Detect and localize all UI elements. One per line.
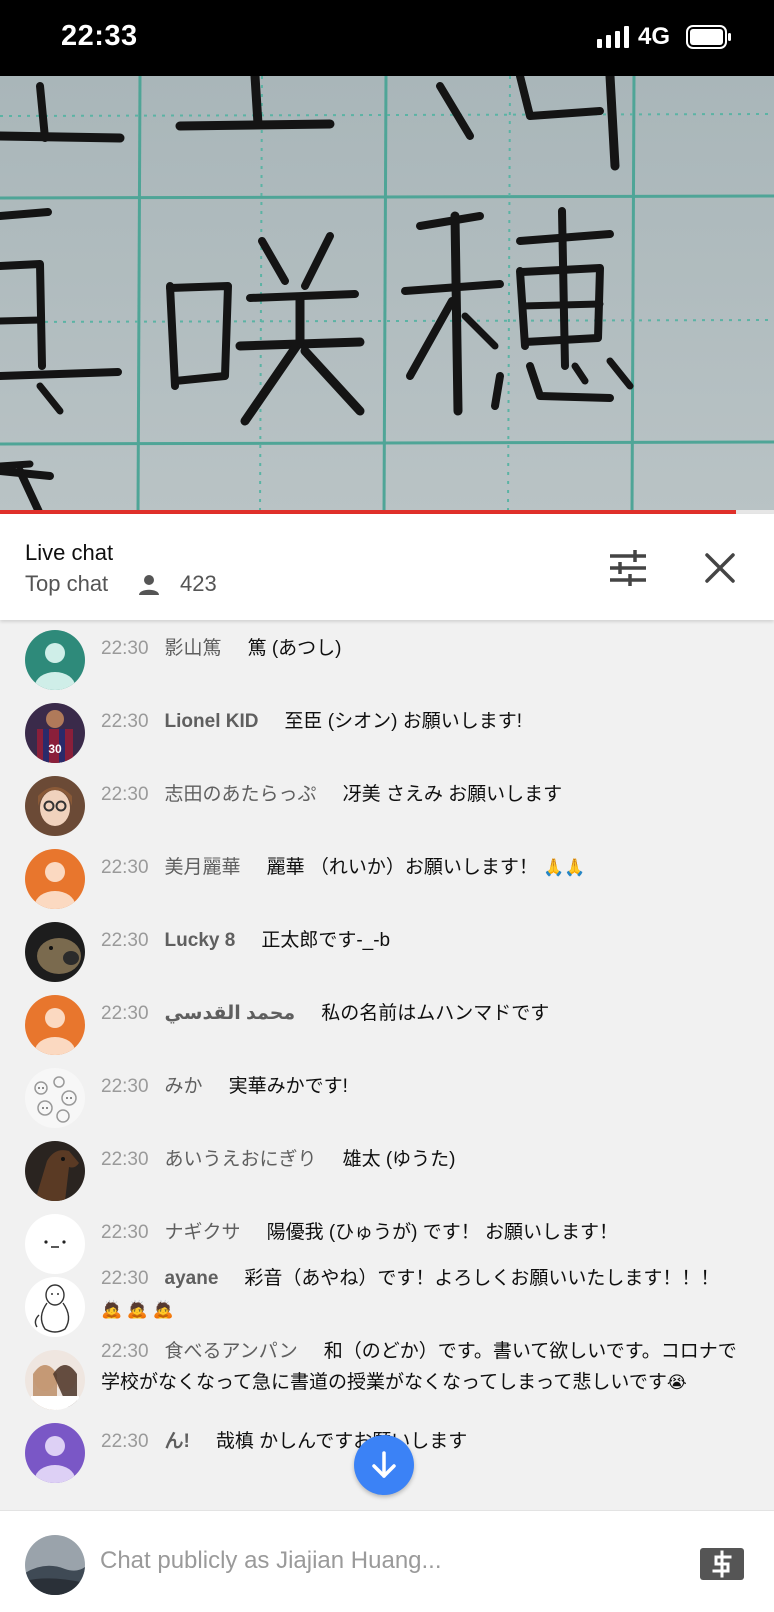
message-body: 22:30 あいうえおにぎり 雄太 (ゆうた) <box>101 1144 741 1175</box>
message-author[interactable]: ん! <box>165 1431 190 1452</box>
message-time: 22:30 <box>101 1222 149 1243</box>
message-text: 至臣 (シオン) お願いします! <box>284 711 523 732</box>
avatar[interactable] <box>25 776 85 836</box>
message-author[interactable]: あいうえおにぎり <box>165 1149 317 1170</box>
message-author[interactable]: 美月麗華 <box>165 857 241 878</box>
chat-mode-selector[interactable]: Top chat <box>25 571 108 597</box>
message-time: 22:30 <box>101 1268 149 1289</box>
message-time: 22:30 <box>101 857 149 878</box>
dollar-icon[interactable] <box>699 1546 745 1582</box>
message-body: 22:30 志田のあたらっぷ 冴美 さえみ お願いします <box>101 779 741 810</box>
svg-text:30: 30 <box>48 742 62 756</box>
message-author[interactable]: 食べるアンパン <box>165 1341 298 1362</box>
message-text: 彩音（あやね）です！よろしくお願いいたします！！！ <box>244 1268 720 1289</box>
message-emoji: 😭 <box>666 1373 687 1392</box>
chat-title: Live chat <box>25 540 114 565</box>
message-text: 雄太 (ゆうた) <box>342 1149 456 1170</box>
message-text: 正太郎です-_-b <box>261 930 391 951</box>
message-time: 22:30 <box>101 1076 149 1097</box>
message-time: 22:30 <box>101 1149 149 1170</box>
message-time: 22:30 <box>101 711 149 732</box>
message-text: 実華みかです! <box>228 1076 348 1097</box>
avatar[interactable] <box>25 1068 85 1128</box>
chat-message-list[interactable]: 22:30 影山篤 篤 (あつし) 30 22:30 Lionel KID 至臣 (シオ… <box>0 620 774 1510</box>
message-author[interactable]: Lucky 8 <box>165 930 236 951</box>
chat-input-bar <box>0 1510 774 1612</box>
avatar[interactable] <box>25 1535 85 1595</box>
message-body: 22:30 Lionel KID 至臣 (シオン) お願いします! <box>101 706 741 737</box>
signal-bars-icon <box>597 26 629 48</box>
avatar[interactable] <box>25 922 85 982</box>
person-icon <box>139 575 159 595</box>
chat-message-input[interactable] <box>100 1539 660 1583</box>
message-body: 22:30 食べるアンパン 和（のどか）です。書いて欲しいです。コロナで学校がなくな… <box>101 1336 741 1398</box>
message-text: 麗華 （れいか）お願いします！ <box>266 857 538 878</box>
viewer-count: 423 <box>180 571 217 596</box>
message-author[interactable]: 影山篤 <box>165 638 222 659</box>
message-body: 22:30 みか 実華みかです! <box>101 1071 741 1102</box>
avatar[interactable] <box>25 630 85 690</box>
message-body: 22:30 ayane 彩音（あやね）です！よろしくお願いいたします！！！ 🙇 🙇 🙇 <box>101 1263 741 1325</box>
message-time: 22:30 <box>101 1431 149 1452</box>
network-label: 4G <box>638 23 671 50</box>
message-author[interactable]: Lionel KID <box>165 711 259 732</box>
message-text: 陽優我 (ひゅうが) です！ お願いします！ <box>266 1222 619 1243</box>
message-time: 22:30 <box>101 1341 149 1362</box>
avatar[interactable] <box>25 1141 85 1201</box>
message-text: 私の名前はムハンマドです <box>321 1003 550 1024</box>
message-text: 冴美 さえみ お願いします <box>342 784 563 805</box>
message-author[interactable]: ayane <box>165 1268 219 1289</box>
message-time: 22:30 <box>101 1003 149 1024</box>
status-bar: 22:33 4G <box>0 0 774 76</box>
avatar[interactable] <box>25 849 85 909</box>
message-author[interactable]: 志田のあたらっぷ <box>165 784 317 805</box>
avatar[interactable] <box>25 1277 85 1337</box>
message-body: 22:30 ナギクサ 陽優我 (ひゅうが) です！ お願いします！ <box>101 1217 741 1248</box>
avatar[interactable] <box>25 995 85 1055</box>
avatar[interactable] <box>25 1423 85 1483</box>
message-body: 22:30 محمد القدسي 私の名前はムハンマドです <box>101 998 741 1029</box>
message-author[interactable]: محمد القدسي <box>165 1003 296 1024</box>
sliders-icon[interactable] <box>608 549 648 587</box>
chat-header: Live chat Top chat 423 <box>0 514 774 620</box>
message-emoji: 🙇 🙇 🙇 <box>101 1300 174 1319</box>
message-author[interactable]: みか <box>165 1076 203 1097</box>
message-author[interactable]: ナギクサ <box>165 1222 241 1243</box>
message-emoji: 🙏🙏 <box>543 858 586 877</box>
scroll-to-bottom-button[interactable] <box>354 1435 414 1495</box>
message-text: 哉槙 かしんですお願いします <box>215 1431 468 1452</box>
battery-icon <box>686 25 731 49</box>
status-time: 22:33 <box>61 20 138 52</box>
arrow-down-icon <box>372 1451 396 1478</box>
message-body: 22:30 Lucky 8 正太郎です-_-b <box>101 925 741 956</box>
avatar[interactable] <box>25 1350 85 1410</box>
message-time: 22:30 <box>101 930 149 951</box>
video-player[interactable] <box>0 76 774 514</box>
message-body: 22:30 影山篤 篤 (あつし) <box>101 633 741 664</box>
close-icon[interactable] <box>702 550 738 586</box>
message-body: 22:30 ん! 哉槙 かしんですお願いします <box>101 1426 741 1457</box>
message-time: 22:30 <box>101 638 149 659</box>
avatar[interactable] <box>25 1214 85 1274</box>
message-time: 22:30 <box>101 784 149 805</box>
message-body: 22:30 美月麗華 麗華 （れいか）お願いします！ 🙏🙏 <box>101 852 741 883</box>
avatar[interactable]: 30 <box>25 703 85 763</box>
video-frame <box>0 76 774 514</box>
message-text: 篤 (あつし) <box>247 638 342 659</box>
